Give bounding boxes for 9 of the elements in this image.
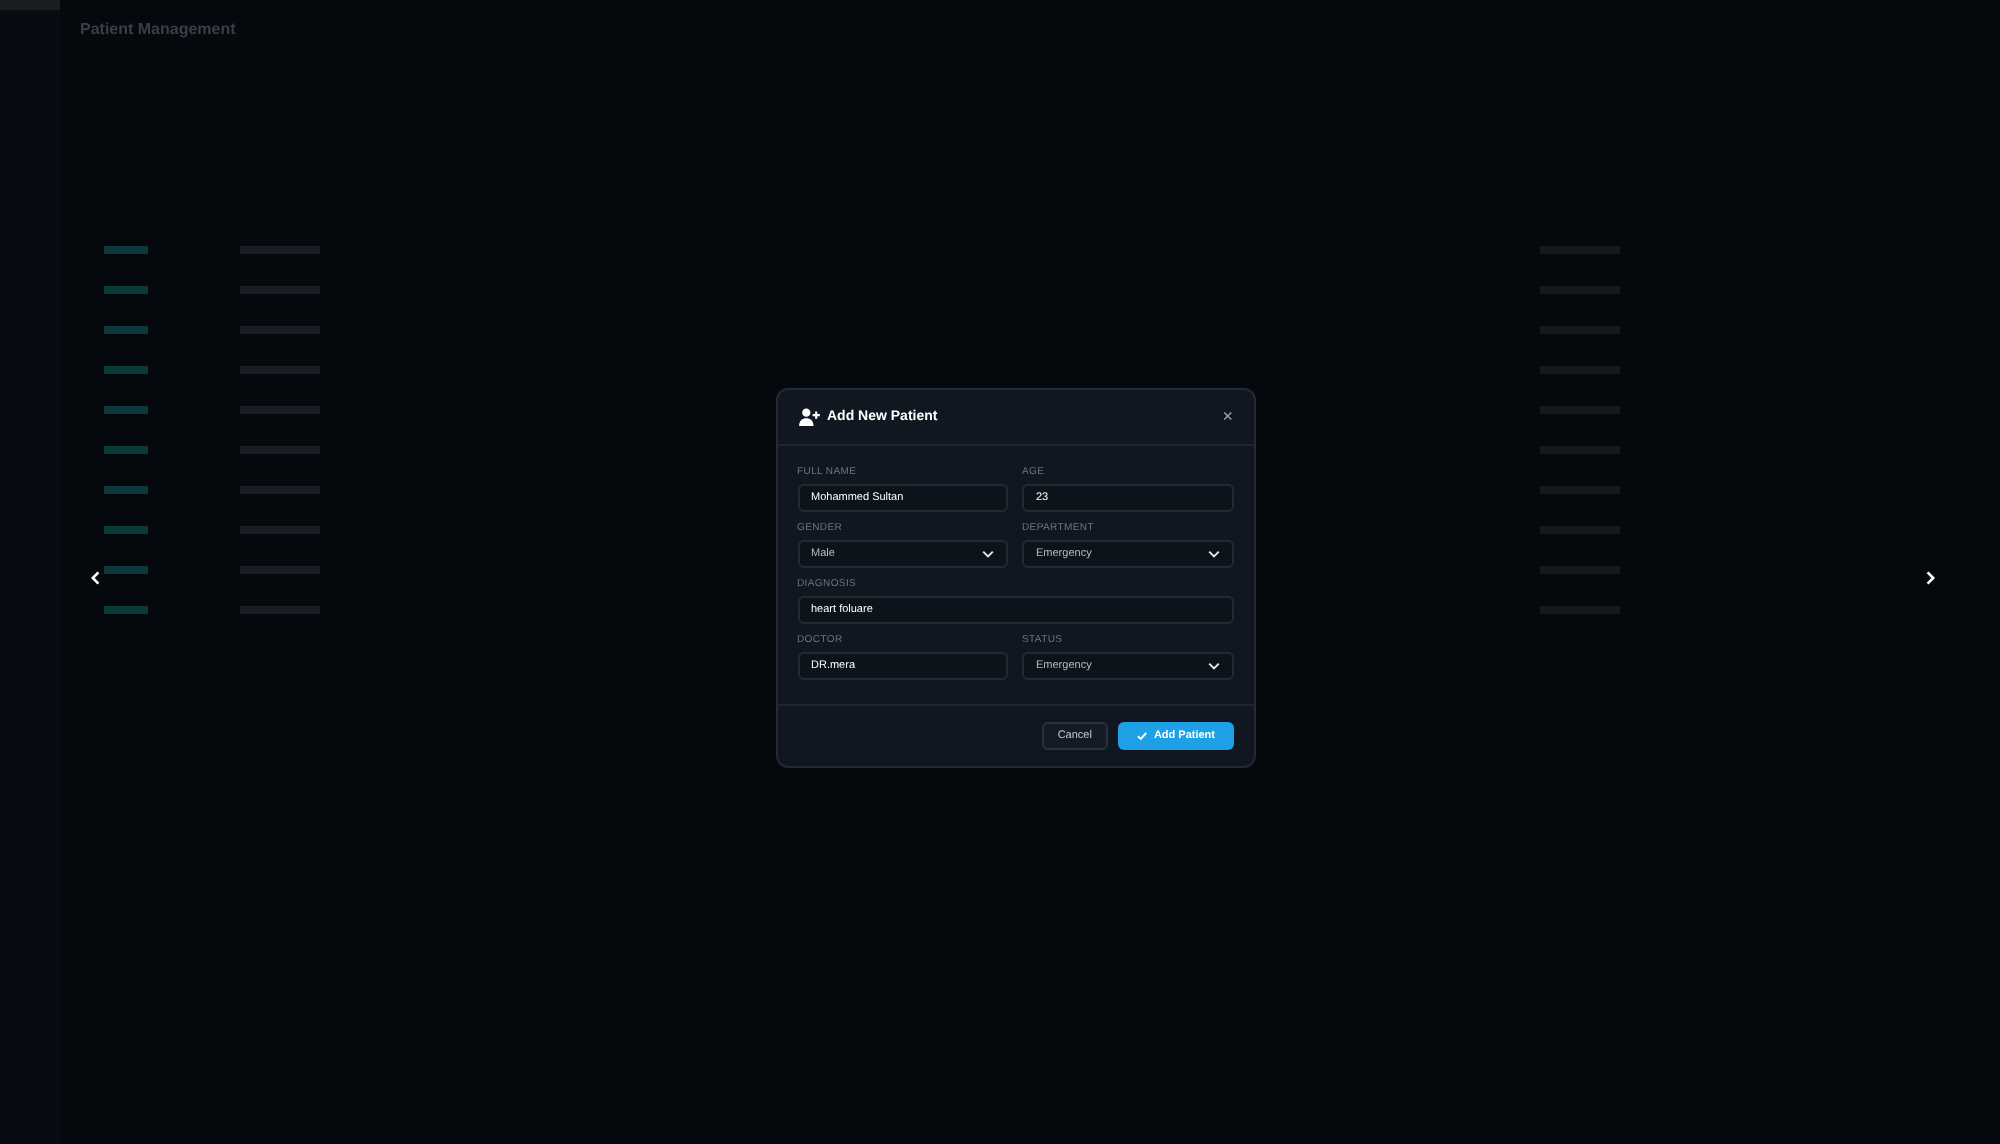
chevron-right-icon (1922, 570, 1938, 586)
chevron-down-icon (982, 550, 994, 558)
chevron-left-icon (88, 570, 104, 586)
check-icon (1135, 730, 1148, 742)
page-title: Patient Management (80, 20, 236, 38)
close-button[interactable]: × (1222, 408, 1233, 426)
add-user-icon (797, 408, 819, 426)
chevron-down-icon (1207, 662, 1219, 670)
chevron-down-icon (1207, 550, 1219, 558)
